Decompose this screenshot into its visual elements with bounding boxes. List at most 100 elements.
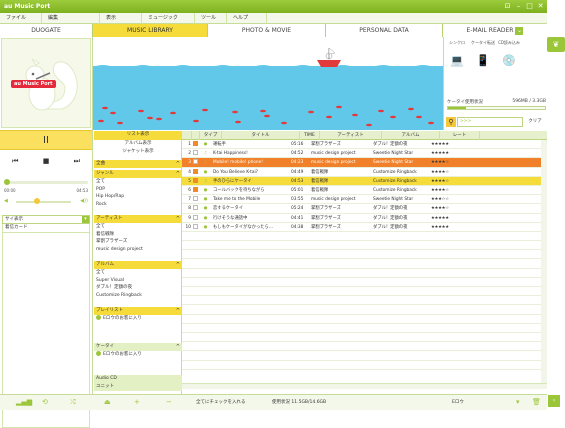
menu-view[interactable]: 表示 — [100, 13, 142, 24]
search-icon[interactable]: ⚲ — [446, 117, 456, 127]
genre-item[interactable]: POP — [94, 186, 182, 194]
collapse-icon[interactable]: ^ — [176, 307, 180, 315]
mini-mode-icon[interactable]: ⊡ — [503, 2, 512, 11]
collapse-icon[interactable]: ^ — [176, 160, 180, 168]
table-row[interactable]: 1 ● 運転手 05:16 掌割ブラザーズ ダブル！定額の夜 ★★★★★ — [182, 140, 547, 150]
collapse-icon[interactable]: ^ — [176, 261, 180, 269]
check-all-button[interactable]: 全てにチェックを入れる — [196, 399, 246, 405]
collapse-icon[interactable]: ^ — [176, 215, 180, 223]
tab-duogate[interactable]: DUOGATE — [0, 24, 93, 37]
dropdown-arrow-icon[interactable]: ▾ — [516, 398, 520, 406]
menu-tools[interactable]: ツール — [195, 13, 227, 24]
seek-bar[interactable] — [4, 179, 88, 185]
album-item[interactable]: ダブル！定額の夜 — [94, 284, 182, 292]
table-row[interactable]: 5 ♫ 手のひらにケータイ 04:53 着信戦隊 Customize Ringback ★★… — [182, 176, 547, 186]
cd-import-icon[interactable]: 💿 — [496, 48, 522, 74]
horizontal-scrollbar[interactable] — [182, 383, 547, 389]
left-list-item[interactable]: 着信カード — [2, 224, 90, 233]
menu-edit[interactable]: 編集 — [42, 13, 100, 24]
row-rating[interactable]: ★★★★★ — [430, 214, 470, 222]
row-checkbox[interactable] — [192, 177, 200, 185]
genre-item[interactable]: Hip Hop/Rap — [94, 193, 182, 201]
playlist-header[interactable]: プレイリスト ^ — [94, 307, 182, 315]
eject-icon[interactable]: ⏏ — [104, 398, 111, 406]
genre-item[interactable]: 全て — [94, 178, 182, 186]
minimize-icon[interactable]: – — [514, 2, 523, 11]
table-row[interactable]: 8 ● 恋するケータイ 05:24 掌割ブラザーズ ダブル！定額の夜 ★★★★☆ — [182, 204, 547, 214]
volume-knob[interactable] — [34, 198, 40, 204]
row-checkbox[interactable] — [192, 214, 200, 222]
menu-file[interactable]: ファイル — [0, 13, 42, 24]
collapse-icon[interactable]: ^ — [176, 343, 180, 351]
menu-music[interactable]: ミュージック — [142, 13, 195, 24]
tab-email-reader[interactable]: E-MAIL READER ⌄ — [443, 24, 547, 37]
display-select[interactable]: サイ表示 ▾ — [2, 215, 90, 224]
unit-item[interactable]: ユニット — [94, 383, 182, 391]
next-icon[interactable]: ⏭ — [74, 157, 80, 169]
artist-item[interactable]: 全て — [94, 223, 182, 231]
table-row[interactable]: 6 ● コールバックを待ちながら 05:01 着信戦隊 Customize Ringbac… — [182, 186, 547, 196]
playlist-item[interactable]: Eロウのお客に入り — [94, 315, 182, 323]
table-row[interactable]: 9 ● 行けそうな通話中 04:41 掌割ブラザーズ ダブル！定額の夜 ★★★★★ — [182, 214, 547, 223]
row-checkbox[interactable] — [192, 186, 200, 194]
vertical-scrollbar[interactable] — [541, 140, 547, 383]
equalizer-icon[interactable]: ▂▄▆ — [16, 398, 32, 406]
table-row[interactable]: 2 ♪ K-tai Happiness! 04:52 music design proj… — [182, 149, 547, 159]
table-row[interactable]: 7 ● Take me to the Mobile 03:55 music design… — [182, 195, 547, 205]
audio-cd-item[interactable]: Audio CD — [94, 375, 182, 383]
clear-button[interactable]: クリア — [524, 117, 546, 127]
artist-header[interactable]: アーティスト ^ — [94, 215, 182, 223]
genre-item[interactable]: Rock — [94, 201, 182, 209]
tab-personal-data[interactable]: PERSONAL DATA — [326, 24, 443, 37]
remove-icon[interactable]: − — [166, 398, 172, 406]
row-checkbox[interactable] — [192, 223, 200, 231]
row-rating[interactable]: ★★★★☆ — [430, 177, 470, 185]
search-input[interactable]: >>> — [457, 117, 523, 127]
row-rating[interactable]: ★★★★☆ — [430, 168, 470, 176]
shuffle-icon[interactable]: ⤮ — [70, 398, 76, 407]
row-checkbox[interactable] — [192, 195, 200, 203]
previous-icon[interactable]: ⏮ — [12, 157, 18, 169]
row-rating[interactable]: ★★★☆☆ — [430, 195, 470, 203]
col-album[interactable]: アルバム — [382, 131, 440, 140]
row-rating[interactable]: ★★★★☆ — [430, 204, 470, 212]
repeat-icon[interactable]: ⟲ — [42, 398, 48, 406]
add-icon[interactable]: + — [134, 398, 140, 406]
table-row[interactable]: 10 ● もしもケータイがなかったら… 04:38 掌割ブラザーズ ダブル！定額の夜 ★★★… — [182, 223, 547, 232]
view-list[interactable]: リスト表示 — [94, 131, 182, 140]
view-album[interactable]: アルバム表示 — [94, 140, 182, 149]
chevron-down-icon[interactable]: ⌄ — [515, 26, 524, 35]
album-header[interactable]: アルバム ^ — [94, 261, 182, 269]
row-rating[interactable]: ★★★★★ — [430, 140, 470, 148]
col-title[interactable]: タイトル — [222, 131, 300, 140]
artist-item[interactable]: 掌割プラザーズ — [94, 238, 182, 246]
col-artist[interactable]: アーティスト — [320, 131, 382, 140]
col-no[interactable] — [182, 131, 192, 140]
device-select[interactable]: Eロウ — [452, 399, 464, 405]
album-item[interactable]: Customize Ringback — [94, 292, 182, 300]
side-expand-icon[interactable]: › — [548, 395, 560, 407]
row-checkbox[interactable] — [192, 168, 200, 176]
row-checkbox[interactable] — [192, 158, 200, 166]
view-jacket[interactable]: ジャケット表示 — [94, 148, 182, 157]
keitai-item[interactable]: Eロウのお客に入り — [94, 351, 182, 359]
row-rating[interactable]: ★★★★☆ — [430, 158, 470, 166]
sync-icon[interactable]: 💻 — [444, 48, 470, 74]
row-rating[interactable]: ★★★★☆ — [430, 186, 470, 194]
menu-help[interactable]: ヘルプ — [227, 13, 267, 24]
device-extra-icon[interactable] — [522, 48, 548, 74]
row-checkbox[interactable] — [192, 140, 200, 148]
side-panel-toggle-icon[interactable]: ❦ — [547, 37, 565, 52]
pause-button[interactable]: II — [0, 130, 92, 150]
table-row[interactable]: 4 ● Do You Believe K-tai? 04:49 着信戦隊 Customiz… — [182, 168, 547, 177]
maximize-icon[interactable]: □ — [525, 2, 534, 11]
dropdown-arrow-icon[interactable]: ▾ — [82, 216, 89, 223]
collapse-icon[interactable]: ^ — [176, 170, 180, 178]
col-time[interactable]: TIME — [300, 131, 320, 140]
row-checkbox[interactable] — [192, 149, 200, 157]
tab-music-library[interactable]: MUSIC LIBRARY — [93, 24, 208, 37]
volume-max-icon[interactable]: ◀)) — [80, 198, 88, 204]
all-songs-header[interactable]: 全曲 ^ — [94, 160, 182, 168]
tab-photo-movie[interactable]: PHOTO & MOVIE — [208, 24, 326, 37]
seek-knob[interactable] — [4, 179, 10, 185]
